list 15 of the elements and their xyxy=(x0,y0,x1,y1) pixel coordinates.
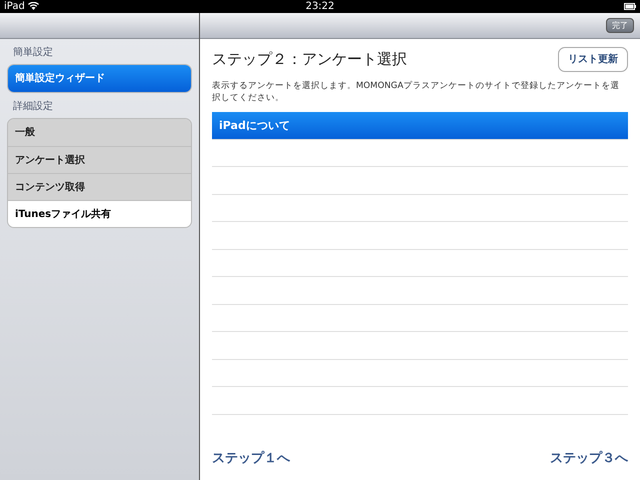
section-header: 簡単設定 xyxy=(13,47,53,58)
sidebar-item[interactable]: 簡単設定ウィザード xyxy=(8,65,191,92)
step-title: ステップ２：アンケート選択 xyxy=(212,49,407,70)
wifi-icon xyxy=(28,2,40,10)
clock-time: 23:22 xyxy=(306,1,334,12)
carrier-label: iPad xyxy=(4,1,25,12)
previous-step-link[interactable]: ステップ１へ xyxy=(212,448,290,468)
done-button[interactable]: 完了 xyxy=(606,18,634,34)
battery-icon xyxy=(624,3,636,10)
refresh-list-button[interactable]: リスト更新 xyxy=(558,47,628,72)
section-header: 詳細設定 xyxy=(13,101,53,112)
sidebar-item[interactable]: iTunesファイル共有 xyxy=(8,200,191,227)
description-text: 表示するアンケートを選択します。MOMONGAプラスアンケートのサイトで登録したアンケートを選択してください。 xyxy=(212,80,620,104)
survey-row[interactable]: iPadについて xyxy=(212,112,628,140)
next-step-link[interactable]: ステップ３へ xyxy=(550,448,628,468)
